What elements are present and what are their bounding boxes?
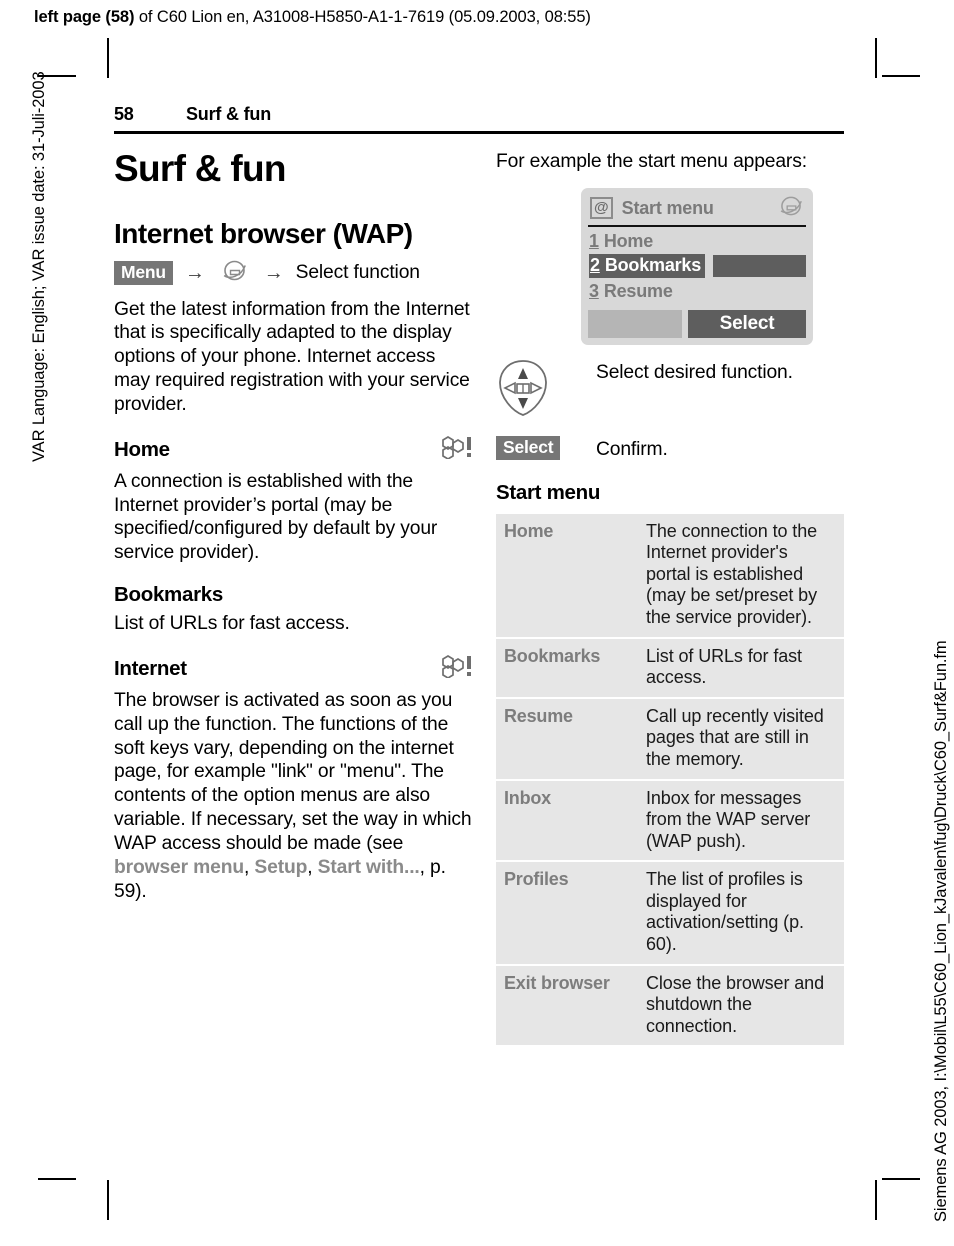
phone-softkey-left[interactable] [588, 310, 682, 339]
table-term: Home [496, 513, 638, 639]
phone-menu-item-number: 1 [589, 230, 599, 251]
table-definition: Inbox for messages from the WAP server (… [638, 779, 844, 863]
start-menu-description-table: Home The connection to the Internet prov… [496, 513, 844, 1046]
key-row-description-select: Confirm. [596, 439, 668, 461]
crop-mark-bottom-right-vertical [875, 1180, 877, 1220]
navigation-key-icon [496, 359, 550, 422]
crop-mark-top-right-vertical [875, 38, 877, 78]
table-term: Resume [496, 697, 638, 781]
service-provider-icon-2 [440, 654, 474, 684]
page-title: Surf & fun [114, 148, 287, 189]
table-row: Bookmarks List of URLs for fast access. [496, 637, 844, 699]
table-heading-start-menu: Start menu [496, 480, 601, 504]
navigation-key-cell [496, 359, 596, 422]
table-definition: Close the browser and shutdown the conne… [638, 964, 844, 1046]
running-head-rule [114, 131, 844, 135]
phone-softkey-right-select[interactable]: Select [688, 310, 806, 339]
select-softkey-button[interactable]: Select [496, 436, 561, 461]
cross-reference-browser-menu: browser menu [114, 856, 244, 878]
internet-body-part2: , [244, 856, 255, 878]
subsection-heading-bookmarks: Bookmarks [114, 583, 474, 607]
phone-title-rule [588, 224, 806, 228]
right-intro-line: For example the start menu appears: [496, 151, 807, 172]
crop-mark-bottom-right-horizontal [882, 1178, 920, 1180]
phone-display-title: Start menu [621, 197, 714, 218]
table-row: Profiles The list of profiles is display… [496, 861, 844, 966]
table-term: Exit browser [496, 964, 638, 1046]
section-title: Internet browser (WAP) [114, 217, 413, 249]
table-row: Resume Call up recently visited pages th… [496, 697, 844, 781]
right-margin-filepath: Siemens AG 2003, I:\Mobil\L55\C60_Lion_k… [932, 640, 950, 1222]
intro-paragraph: Get the latest information from the Inte… [114, 298, 470, 415]
key-row-select: Select Confirm. [496, 436, 844, 461]
table-definition: List of URLs for fast access. [638, 637, 844, 699]
arrow-right-icon: → [184, 262, 205, 285]
proof-header-detail: of C60 Lion en, A31008-H5850-A1-1-7619 (… [134, 8, 591, 26]
left-column: Surf & fun Internet browser (WAP) Menu →… [114, 148, 474, 917]
at-symbol-icon: @ [590, 197, 613, 220]
proof-header: left page (58) of C60 Lion en, A31008-H5… [34, 8, 591, 27]
proof-header-page: left page (58) [34, 8, 135, 26]
running-head-chapter: Surf & fun [186, 104, 271, 124]
crop-mark-bottom-left-vertical [107, 1180, 109, 1220]
phone-title-bar: @ Start menu [588, 194, 806, 224]
phone-display-mockup: @ Start menu 1 Home 2 Bookmarks 3 Resume… [581, 187, 813, 346]
table-row: Exit browser Close the browser and shutd… [496, 964, 844, 1046]
phone-menu-item-number-2: 2 [590, 255, 600, 276]
subsection-label-internet: Internet [114, 656, 187, 680]
phone-menu-item-selected-block: 2 Bookmarks [589, 254, 706, 279]
phone-menu-item-label: Home [603, 230, 654, 251]
select-key-cell: Select [496, 436, 596, 461]
subsection-body-home: A connection is established with the Int… [114, 470, 438, 564]
table-definition: Call up recently visited pages that are … [638, 697, 844, 781]
subsection-label-home: Home [114, 437, 170, 461]
key-row-navigation: Select desired function. [496, 359, 844, 422]
table-term: Profiles [496, 861, 638, 966]
key-row-description-navigation: Select desired function. [596, 362, 793, 384]
service-provider-icon [440, 435, 474, 465]
menu-path: Menu → → Select function [114, 259, 474, 288]
phone-menu-item-bookmarks[interactable]: 2 Bookmarks [588, 253, 806, 279]
table-term: Inbox [496, 779, 638, 863]
subsection-label-bookmarks: Bookmarks [114, 583, 223, 607]
subsection-body-bookmarks: List of URLs for fast access. [114, 613, 350, 635]
internet-body-part1: The browser is activated as soon as you … [114, 689, 472, 854]
table-definition: The connection to the Internet provider'… [638, 513, 844, 639]
menu-softkey-button[interactable]: Menu [114, 261, 173, 286]
crop-mark-bottom-left-horizontal [38, 1178, 76, 1180]
arrow-right-icon-2: → [263, 262, 284, 285]
right-column: For example the start menu appears: @ St… [496, 150, 844, 1046]
table-row: Home The connection to the Internet prov… [496, 513, 844, 639]
phone-menu-item-resume[interactable]: 3 Resume [588, 279, 806, 303]
phone-softkey-bar: Select [588, 310, 806, 339]
document-page: left page (58) of C60 Lion en, A31008-H5… [0, 0, 954, 1246]
crop-mark-top-right-horizontal [882, 75, 920, 77]
wap-browser-icon-display [778, 195, 804, 222]
crop-mark-top-left-vertical [107, 38, 109, 78]
running-head-page-number: 58 [114, 104, 134, 124]
phone-menu-item-label-2: Bookmarks [604, 255, 702, 276]
subsection-heading-internet: Internet [114, 654, 474, 684]
running-head: 58 Surf & fun [114, 104, 844, 135]
subsection-body-internet: The browser is activated as soon as you … [114, 689, 474, 903]
table-definition: The list of profiles is displayed for ac… [638, 861, 844, 966]
phone-menu-item-home[interactable]: 1 Home [588, 229, 806, 253]
cross-reference-setup: Setup [254, 856, 308, 878]
phone-menu-item-number-3: 3 [589, 280, 599, 301]
menu-path-final-label: Select function [295, 262, 420, 284]
internet-body-part3: , [307, 856, 318, 878]
phone-menu-item-label-3: Resume [603, 280, 673, 301]
subsection-heading-home: Home [114, 435, 474, 465]
wap-browser-icon [221, 259, 248, 288]
left-margin-metadata: VAR Language: English; VAR issue date: 3… [30, 71, 48, 462]
table-row: Inbox Inbox for messages from the WAP se… [496, 779, 844, 863]
table-term: Bookmarks [496, 637, 638, 699]
cross-reference-start-with: Start with... [317, 856, 420, 878]
phone-menu-selection-highlight [713, 255, 806, 278]
